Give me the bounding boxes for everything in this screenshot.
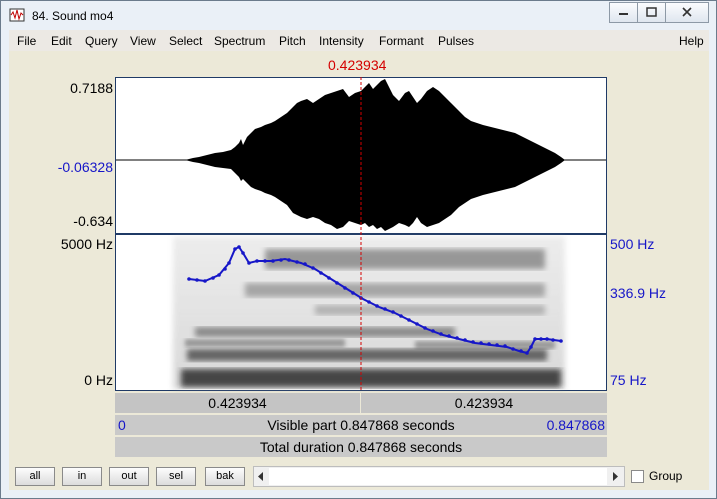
pitch-min-label: 75 Hz bbox=[610, 372, 647, 388]
title-bar[interactable]: 84. Sound mo4 bbox=[1, 1, 716, 31]
spectrogram-image bbox=[173, 237, 565, 389]
group-checkbox[interactable] bbox=[631, 470, 644, 483]
menu-bar: File Edit Query View Select Spectrum Pit… bbox=[9, 30, 709, 52]
scroll-track[interactable] bbox=[269, 468, 607, 485]
menu-intensity[interactable]: Intensity bbox=[319, 34, 364, 48]
zoom-out-button[interactable]: out bbox=[109, 467, 149, 486]
pitch-cursor-label: 336.9 Hz bbox=[610, 285, 667, 301]
menu-query[interactable]: Query bbox=[85, 34, 118, 48]
menu-edit[interactable]: Edit bbox=[51, 34, 72, 48]
close-button[interactable] bbox=[665, 2, 709, 23]
minimize-icon bbox=[619, 13, 628, 15]
sound-app-icon bbox=[9, 8, 25, 22]
close-icon bbox=[682, 7, 692, 17]
wave-mid-label: -0.06328 bbox=[57, 159, 113, 175]
zoom-all-button[interactable]: all bbox=[15, 467, 55, 486]
zoom-selection-button[interactable]: sel bbox=[156, 467, 196, 486]
group-label: Group bbox=[649, 469, 683, 483]
menu-formant[interactable]: Formant bbox=[379, 34, 424, 48]
wave-min-label: -0.634 bbox=[73, 213, 113, 229]
menu-help[interactable]: Help bbox=[679, 34, 704, 48]
total-duration-bar[interactable]: Total duration 0.847868 seconds bbox=[115, 437, 607, 457]
segment-left-bar[interactable]: 0.423934 bbox=[115, 393, 360, 413]
visible-start-label: 0 bbox=[118, 417, 126, 433]
wave-max-label: 0.7188 bbox=[70, 80, 113, 96]
maximize-icon bbox=[646, 7, 657, 17]
menu-view[interactable]: View bbox=[130, 34, 156, 48]
segment-right-duration: 0.423934 bbox=[454, 395, 514, 411]
freq-max-label: 5000 Hz bbox=[60, 236, 113, 252]
visible-part-bar[interactable]: 0 Visible part 0.847868 seconds 0.847868 bbox=[115, 415, 607, 435]
horizontal-scrollbar[interactable] bbox=[253, 466, 625, 487]
pitch-max-label: 500 Hz bbox=[610, 236, 655, 252]
editor-client-area: 0.423934 0.7188 -0.06328 -0.634 5000 Hz … bbox=[9, 51, 709, 490]
segment-right-bar[interactable]: 0.423934 bbox=[361, 393, 607, 413]
zoom-in-button[interactable]: in bbox=[62, 467, 102, 486]
freq-min-label: 0 Hz bbox=[84, 372, 113, 388]
menu-spectrum[interactable]: Spectrum bbox=[214, 34, 265, 48]
menu-pulses[interactable]: Pulses bbox=[438, 34, 474, 48]
visible-end-label: 0.847868 bbox=[546, 417, 605, 433]
window-title: 84. Sound mo4 bbox=[32, 9, 114, 23]
total-duration-text: Total duration 0.847868 seconds bbox=[259, 439, 463, 455]
menu-file[interactable]: File bbox=[17, 34, 36, 48]
segment-left-duration: 0.423934 bbox=[208, 395, 267, 411]
menu-pitch[interactable]: Pitch bbox=[279, 34, 306, 48]
visible-part-text: Visible part 0.847868 seconds bbox=[267, 417, 455, 433]
cursor-time-label: 0.423934 bbox=[328, 57, 387, 73]
minimize-button[interactable] bbox=[609, 2, 638, 23]
editor-window: 84. Sound mo4 File Edit Query View Selec… bbox=[0, 0, 717, 499]
maximize-button[interactable] bbox=[637, 2, 666, 23]
menu-select[interactable]: Select bbox=[169, 34, 202, 48]
scroll-right-icon[interactable] bbox=[610, 471, 620, 482]
sound-display[interactable] bbox=[115, 77, 609, 393]
zoom-back-button[interactable]: bak bbox=[205, 467, 245, 486]
scroll-left-icon[interactable] bbox=[256, 471, 266, 482]
